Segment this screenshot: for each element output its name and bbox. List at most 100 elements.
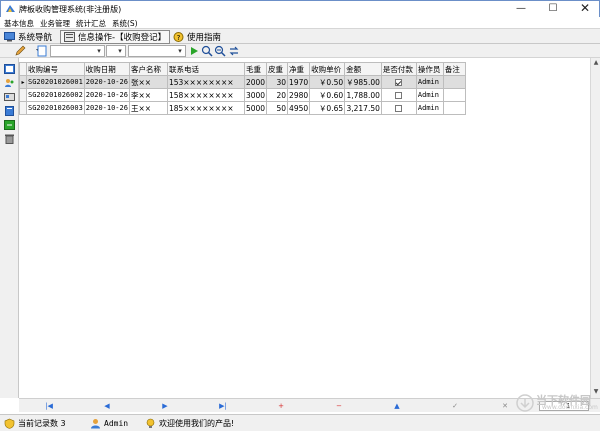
column-header[interactable]: 收购日期 — [83, 62, 130, 76]
app-icon — [6, 5, 15, 12]
column-header[interactable]: 备注 — [442, 62, 466, 76]
export-icon[interactable] — [4, 120, 15, 130]
delete-icon[interactable] — [4, 134, 15, 144]
help-icon: ? — [173, 32, 184, 42]
cell-date[interactable]: 2020-10-26 — [83, 88, 130, 102]
cell-price[interactable]: ￥0.50 — [309, 75, 346, 89]
tab-system-navigation[interactable]: 系统导航 — [4, 30, 52, 44]
cell-phone[interactable]: 158×××××××× — [166, 88, 245, 102]
card-icon[interactable] — [4, 92, 15, 102]
cell-id[interactable]: SG20201026002 — [26, 88, 85, 102]
cell-operator[interactable]: Admin — [415, 75, 444, 89]
scroll-down-icon[interactable]: ▼ — [592, 388, 600, 396]
cell-price[interactable]: ￥0.60 — [309, 88, 346, 102]
list-view-icon[interactable] — [4, 64, 15, 74]
cancel-button[interactable]: ✕ — [485, 401, 525, 411]
tab-purchase-registration[interactable]: 信息操作-【收购登记】 — [60, 30, 171, 44]
cell-tare[interactable]: 50 — [266, 101, 289, 115]
cell-net[interactable]: 2980 — [287, 88, 311, 102]
document-icon[interactable] — [36, 45, 48, 57]
column-header[interactable]: 净重 — [287, 62, 311, 76]
title-bar: 牌板收购管理系统(非注册版) — ☐ ✕ — [0, 0, 600, 17]
cell-id[interactable]: SG20201026001 — [26, 75, 85, 89]
edit-record-button[interactable]: ▲ — [369, 401, 425, 411]
prev-button[interactable]: ◀ — [79, 401, 135, 411]
welcome-text: 欢迎使用我们的产品! — [159, 419, 235, 428]
search-input[interactable]: ▾ — [128, 45, 186, 57]
maximize-button[interactable]: ☐ — [538, 1, 568, 17]
column-header[interactable]: 收购单价 — [309, 62, 346, 76]
minimize-button[interactable]: — — [506, 1, 536, 17]
filter-combo-2[interactable]: ▾ — [106, 45, 126, 57]
search-advanced-icon[interactable] — [214, 45, 226, 57]
scroll-up-icon[interactable]: ▲ — [592, 59, 600, 67]
refresh-icon[interactable] — [228, 45, 240, 57]
cell-net[interactable]: 1970 — [287, 75, 311, 89]
cell-tare[interactable]: 20 — [266, 88, 289, 102]
cell-note[interactable] — [442, 75, 466, 89]
search-icon[interactable] — [201, 45, 213, 57]
cell-paid[interactable] — [380, 75, 417, 89]
column-header[interactable]: 收购编号 — [26, 62, 85, 76]
delete-record-button[interactable]: − — [311, 401, 367, 411]
user-icon — [91, 419, 100, 429]
column-header[interactable]: 客户名称 — [128, 62, 168, 76]
cell-note[interactable] — [442, 101, 466, 115]
status-bar: 当前记录数 3 Admin 欢迎使用我们的产品! — [0, 414, 600, 431]
cell-price[interactable]: ￥0.65 — [309, 101, 346, 115]
cell-customer[interactable]: 王×× — [128, 101, 168, 115]
cell-amount[interactable]: ￥985.00 — [344, 75, 382, 89]
cell-net[interactable]: 4950 — [287, 101, 311, 115]
cell-gross[interactable]: 3000 — [243, 88, 268, 102]
column-header[interactable]: 金额 — [344, 62, 382, 76]
run-query-icon[interactable] — [188, 45, 200, 57]
table-row[interactable]: ▸ SG20201026001 2020-10-26 张×× 153××××××… — [19, 75, 466, 89]
cell-date[interactable]: 2020-10-26 — [83, 75, 130, 89]
column-header[interactable]: 是否付款 — [380, 62, 417, 76]
edit-pencil-icon[interactable] — [14, 45, 26, 57]
column-header[interactable]: 毛重 — [243, 62, 268, 76]
cell-paid[interactable] — [380, 101, 417, 115]
cell-paid[interactable] — [380, 88, 417, 102]
first-page-button[interactable]: |◀ — [21, 401, 77, 411]
cell-operator[interactable]: Admin — [415, 101, 444, 115]
column-header[interactable]: 皮重 — [266, 62, 289, 76]
table-row[interactable]: SG20201026002 2020-10-26 李×× 158××××××××… — [19, 88, 466, 102]
cell-tare[interactable]: 30 — [266, 75, 289, 89]
cell-gross[interactable]: 5000 — [243, 101, 268, 115]
cell-operator[interactable]: Admin — [415, 88, 444, 102]
column-header[interactable]: 操作员 — [415, 62, 444, 76]
monitor-icon — [4, 32, 15, 42]
welcome-status: 欢迎使用我们的产品! — [145, 418, 234, 429]
cell-gross[interactable]: 2000 — [243, 75, 268, 89]
column-header[interactable]: 联系电话 — [166, 62, 245, 76]
cell-note[interactable] — [442, 88, 466, 102]
paid-checkbox[interactable] — [395, 92, 403, 99]
cell-customer[interactable]: 张×× — [128, 75, 168, 89]
close-button[interactable]: ✕ — [570, 1, 600, 17]
users-icon[interactable] — [4, 78, 15, 88]
next-button[interactable]: ▶ — [137, 401, 193, 411]
confirm-button[interactable]: ✓ — [427, 401, 483, 411]
chevron-down-icon: ▾ — [97, 47, 101, 55]
add-record-button[interactable]: + — [253, 401, 309, 411]
shield-icon — [4, 418, 15, 429]
table-row[interactable]: SG20201026003 2020-10-26 王×× 185××××××××… — [19, 101, 466, 115]
tab-user-guide[interactable]: ? 使用指南 — [173, 30, 221, 44]
cell-date[interactable]: 2020-10-26 — [83, 101, 130, 115]
cell-amount[interactable]: 3,217.50 — [344, 101, 382, 115]
document-icon[interactable] — [4, 106, 15, 116]
paid-checkbox[interactable] — [395, 79, 403, 86]
cell-customer[interactable]: 李×× — [128, 88, 168, 102]
cell-id[interactable]: SG20201026003 — [26, 101, 85, 115]
table-header-row: 收购编号 收购日期 客户名称 联系电话 毛重 皮重 净重 收购单价 金额 是否付… — [19, 62, 466, 76]
cell-phone[interactable]: 153×××××××× — [166, 75, 245, 89]
row-indicator-header — [19, 62, 27, 76]
cell-amount[interactable]: 1,788.00 — [344, 88, 382, 102]
cell-phone[interactable]: 185×××××××× — [166, 101, 245, 115]
page-number-field[interactable]: 1 — [539, 401, 589, 411]
paid-checkbox[interactable] — [395, 105, 403, 112]
vertical-scrollbar[interactable]: ▲ ▼ — [590, 58, 600, 398]
filter-combo-1[interactable]: ▾ — [50, 45, 105, 57]
last-page-button[interactable]: ▶| — [195, 401, 251, 411]
